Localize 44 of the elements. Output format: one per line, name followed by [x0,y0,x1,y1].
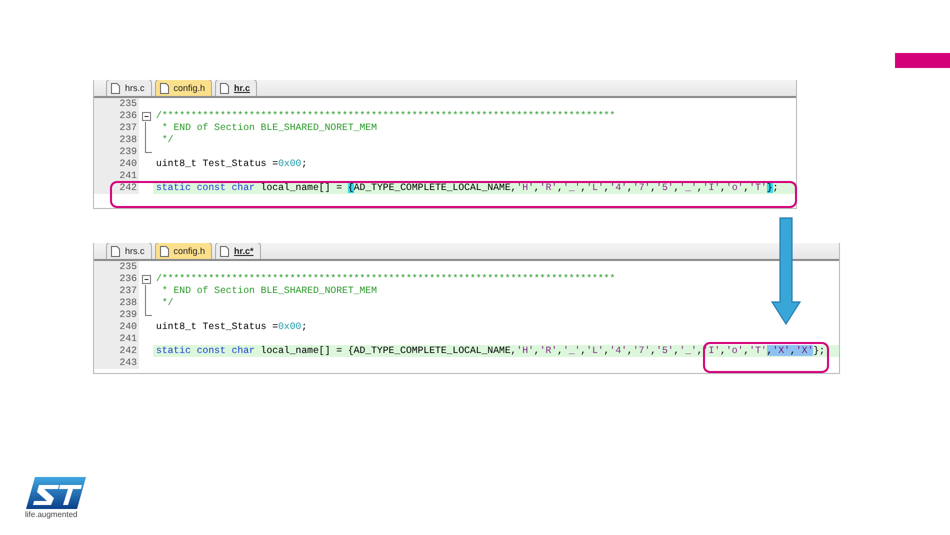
line-number: 241 [94,170,139,182]
file-tab[interactable]: hrs.c [106,80,152,96]
file-tab[interactable]: hrs.c [106,243,152,259]
file-tab[interactable]: hr.c [215,80,258,96]
code-line: uint8_t Test_Status =0x00; [155,321,308,333]
line-number: 235 [94,261,139,273]
file-icon [160,82,169,94]
line-number: 242 [94,182,139,194]
logo-icon [25,476,87,510]
line-number: 235 [94,98,139,110]
code-line: /****************************************************************************** [155,110,616,122]
line-number: 243 [94,357,139,369]
fold-toggle-icon[interactable] [142,275,150,284]
code-line: */ [160,134,174,146]
fold-end-icon [145,309,152,316]
line-number: 239 [94,309,139,321]
line-number: 238 [94,297,139,309]
file-icon [220,82,230,94]
line-number: 237 [94,122,139,134]
line-number: 236 [94,273,139,285]
file-tab[interactable]: config.h [154,80,212,96]
file-icon [220,246,230,256]
line-number: 237 [94,285,139,297]
line-number: 238 [94,134,139,146]
code-line: /****************************************************************************** [155,273,616,285]
code-line: uint8_t Test_Status =0x00; [155,158,308,170]
logo-tagline: life.augmented [25,510,78,519]
fold-end-icon [145,146,152,153]
code-line: * END of Section BLE_SHARED_NORET_MEM [160,285,378,297]
file-tab[interactable]: config.h [154,243,212,259]
file-icon [111,82,120,94]
line-number: 240 [94,321,139,333]
fold-toggle-icon[interactable] [142,112,150,121]
file-icon [160,246,169,256]
line-number: 239 [94,146,139,158]
code-line: */ [160,297,174,309]
line-number: 240 [94,158,139,170]
accent-bar [895,53,950,68]
file-tab[interactable]: hr.c* [215,243,261,259]
code-line: * END of Section BLE_SHARED_NORET_MEM [160,122,378,134]
line-number: 236 [94,110,139,122]
line-number: 241 [94,333,139,345]
line-number: 242 [94,345,139,357]
file-icon [111,246,120,256]
